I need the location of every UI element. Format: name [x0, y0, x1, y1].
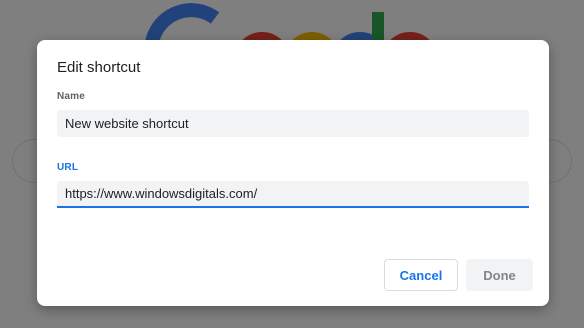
- cancel-button[interactable]: Cancel: [384, 259, 458, 291]
- new-tab-page: ● Edit shortcut Name URL Cancel Done: [0, 0, 584, 328]
- name-label: Name: [57, 91, 86, 102]
- name-input[interactable]: [57, 110, 529, 137]
- url-label: URL: [57, 162, 79, 173]
- edit-shortcut-dialog: Edit shortcut Name URL Cancel Done: [37, 40, 549, 306]
- url-field-container: [57, 181, 529, 208]
- dialog-title: Edit shortcut: [57, 59, 141, 76]
- url-input[interactable]: [57, 181, 529, 206]
- name-field-container: [57, 110, 529, 137]
- done-button[interactable]: Done: [466, 259, 533, 291]
